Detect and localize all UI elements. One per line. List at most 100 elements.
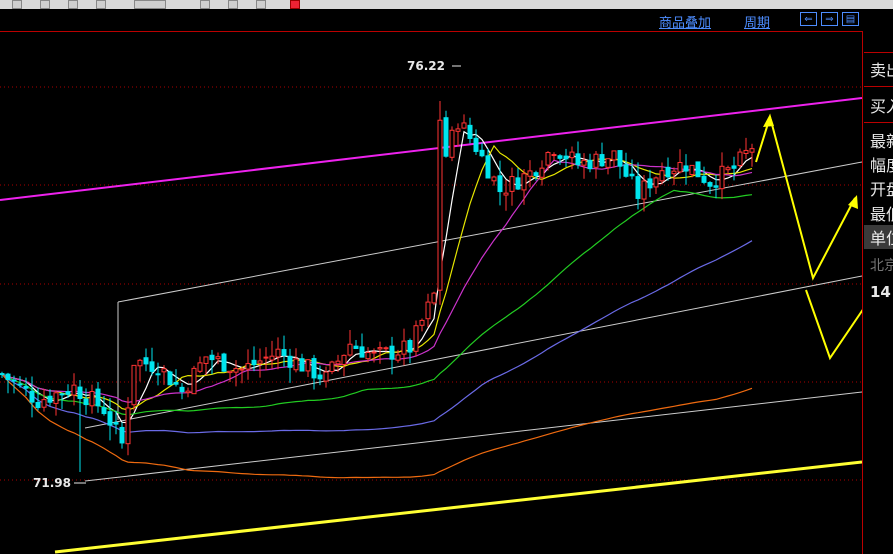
candle-body <box>407 340 413 353</box>
candle-body <box>251 359 257 366</box>
candle-body <box>569 151 575 159</box>
projection-path <box>755 113 856 281</box>
candle-body <box>65 391 71 395</box>
candle-body <box>41 399 47 408</box>
candle-body <box>641 180 647 200</box>
candle <box>197 356 203 374</box>
time-value: 14 <box>870 283 891 301</box>
candle <box>599 142 605 167</box>
candle-body <box>683 165 689 172</box>
candle-body <box>89 390 95 407</box>
candle <box>389 336 395 375</box>
candle-body <box>647 178 653 189</box>
candle-body <box>725 167 731 171</box>
candle <box>557 154 563 165</box>
candle-body <box>59 393 65 396</box>
candle-body <box>137 359 143 367</box>
candle <box>71 373 77 406</box>
candle <box>323 366 329 388</box>
candle <box>407 338 413 364</box>
candle <box>89 384 95 414</box>
candle-body <box>347 343 353 356</box>
high-price-label: 76.22 <box>407 59 445 73</box>
candle <box>695 161 701 178</box>
candle-body <box>437 119 443 291</box>
candle <box>737 148 743 169</box>
candle <box>263 347 269 371</box>
candle-body <box>161 368 167 373</box>
candle <box>575 141 581 169</box>
candle-body <box>101 407 107 415</box>
candle-body <box>329 361 335 373</box>
candle-body <box>143 357 149 365</box>
candle <box>191 365 197 395</box>
lower-channel-line <box>54 460 862 554</box>
candle <box>677 149 683 174</box>
candle-body <box>233 368 239 373</box>
candle-body <box>95 388 101 407</box>
candle <box>209 349 215 375</box>
candle-body <box>173 381 179 385</box>
candle-body <box>53 392 59 404</box>
candle-body <box>389 345 395 360</box>
candle <box>359 333 365 358</box>
ma5-line <box>1 130 753 424</box>
candle-body <box>449 129 455 158</box>
sidebar-separator <box>862 31 863 554</box>
candle-body <box>695 161 701 178</box>
candle <box>0 371 5 379</box>
ma40-line <box>1 189 753 416</box>
candle-body <box>425 301 431 320</box>
candle-body <box>227 370 233 374</box>
candle <box>329 360 335 375</box>
candle <box>47 389 53 406</box>
candle <box>527 160 533 188</box>
candle-body <box>359 346 365 358</box>
candle <box>635 162 641 210</box>
candle <box>653 176 659 194</box>
candle-body <box>377 347 383 350</box>
unit-label: 单位 <box>864 225 893 249</box>
candle <box>743 137 749 159</box>
candle-body <box>245 363 251 370</box>
candle-body <box>455 128 461 132</box>
candle <box>29 376 35 418</box>
candle <box>227 370 233 383</box>
candle <box>563 148 569 167</box>
candle <box>107 398 113 441</box>
candle <box>299 353 305 372</box>
candle-body <box>689 164 695 175</box>
candle-body <box>731 165 737 169</box>
candle-body <box>395 354 401 361</box>
candle-body <box>749 148 755 153</box>
candle-body <box>323 371 329 382</box>
candle-body <box>563 155 569 160</box>
candle-body <box>185 390 191 394</box>
channel-line <box>117 161 862 303</box>
candle-body <box>497 175 503 193</box>
candle-body <box>707 182 713 187</box>
candle-body <box>677 162 683 173</box>
candle-body <box>179 386 185 393</box>
candle-body <box>317 374 323 380</box>
candle-body <box>155 373 161 376</box>
candle-body <box>491 176 497 182</box>
candle-body <box>653 177 659 188</box>
candle-body <box>383 347 389 350</box>
candle <box>533 170 539 181</box>
candle-body <box>83 398 89 406</box>
candle-body <box>203 356 209 364</box>
candle <box>539 160 545 186</box>
candle-body <box>77 386 83 400</box>
candle-body <box>443 117 449 157</box>
candle-body <box>527 170 533 177</box>
candle-body <box>35 401 41 409</box>
sell-label: 卖出 <box>870 61 893 80</box>
candle <box>275 337 281 370</box>
candle-body <box>551 154 557 157</box>
candle <box>413 320 419 357</box>
candle-body <box>119 426 125 444</box>
candle-body <box>575 153 581 166</box>
candle <box>701 166 707 185</box>
sidebar-divider <box>864 86 893 87</box>
